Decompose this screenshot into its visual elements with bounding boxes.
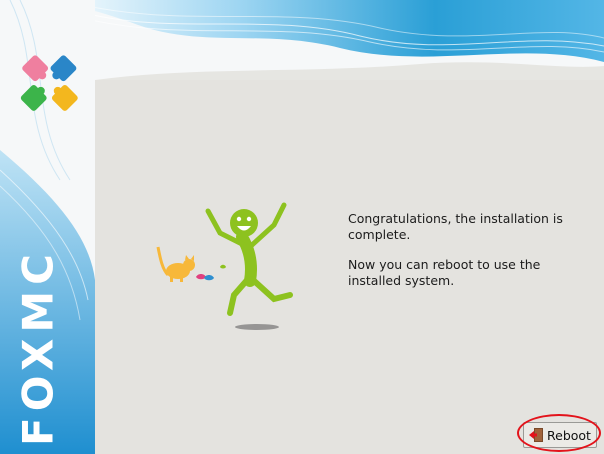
congratulations-text: Congratulations, the installation is com… bbox=[348, 211, 563, 242]
installer-window: foxmc bbox=[0, 0, 604, 454]
brand-name: foxmc bbox=[13, 248, 63, 446]
completion-message: Congratulations, the installation is com… bbox=[348, 211, 593, 303]
celebration-illustration bbox=[156, 202, 293, 330]
reboot-instruction-text: Now you can reboot to use the installed … bbox=[348, 257, 541, 288]
highlight-circle bbox=[517, 414, 601, 452]
puzzle-icon bbox=[20, 55, 78, 111]
brand-logo: foxmc bbox=[6, 248, 70, 446]
cat-icon bbox=[156, 246, 195, 282]
mascot-icon bbox=[205, 202, 293, 316]
